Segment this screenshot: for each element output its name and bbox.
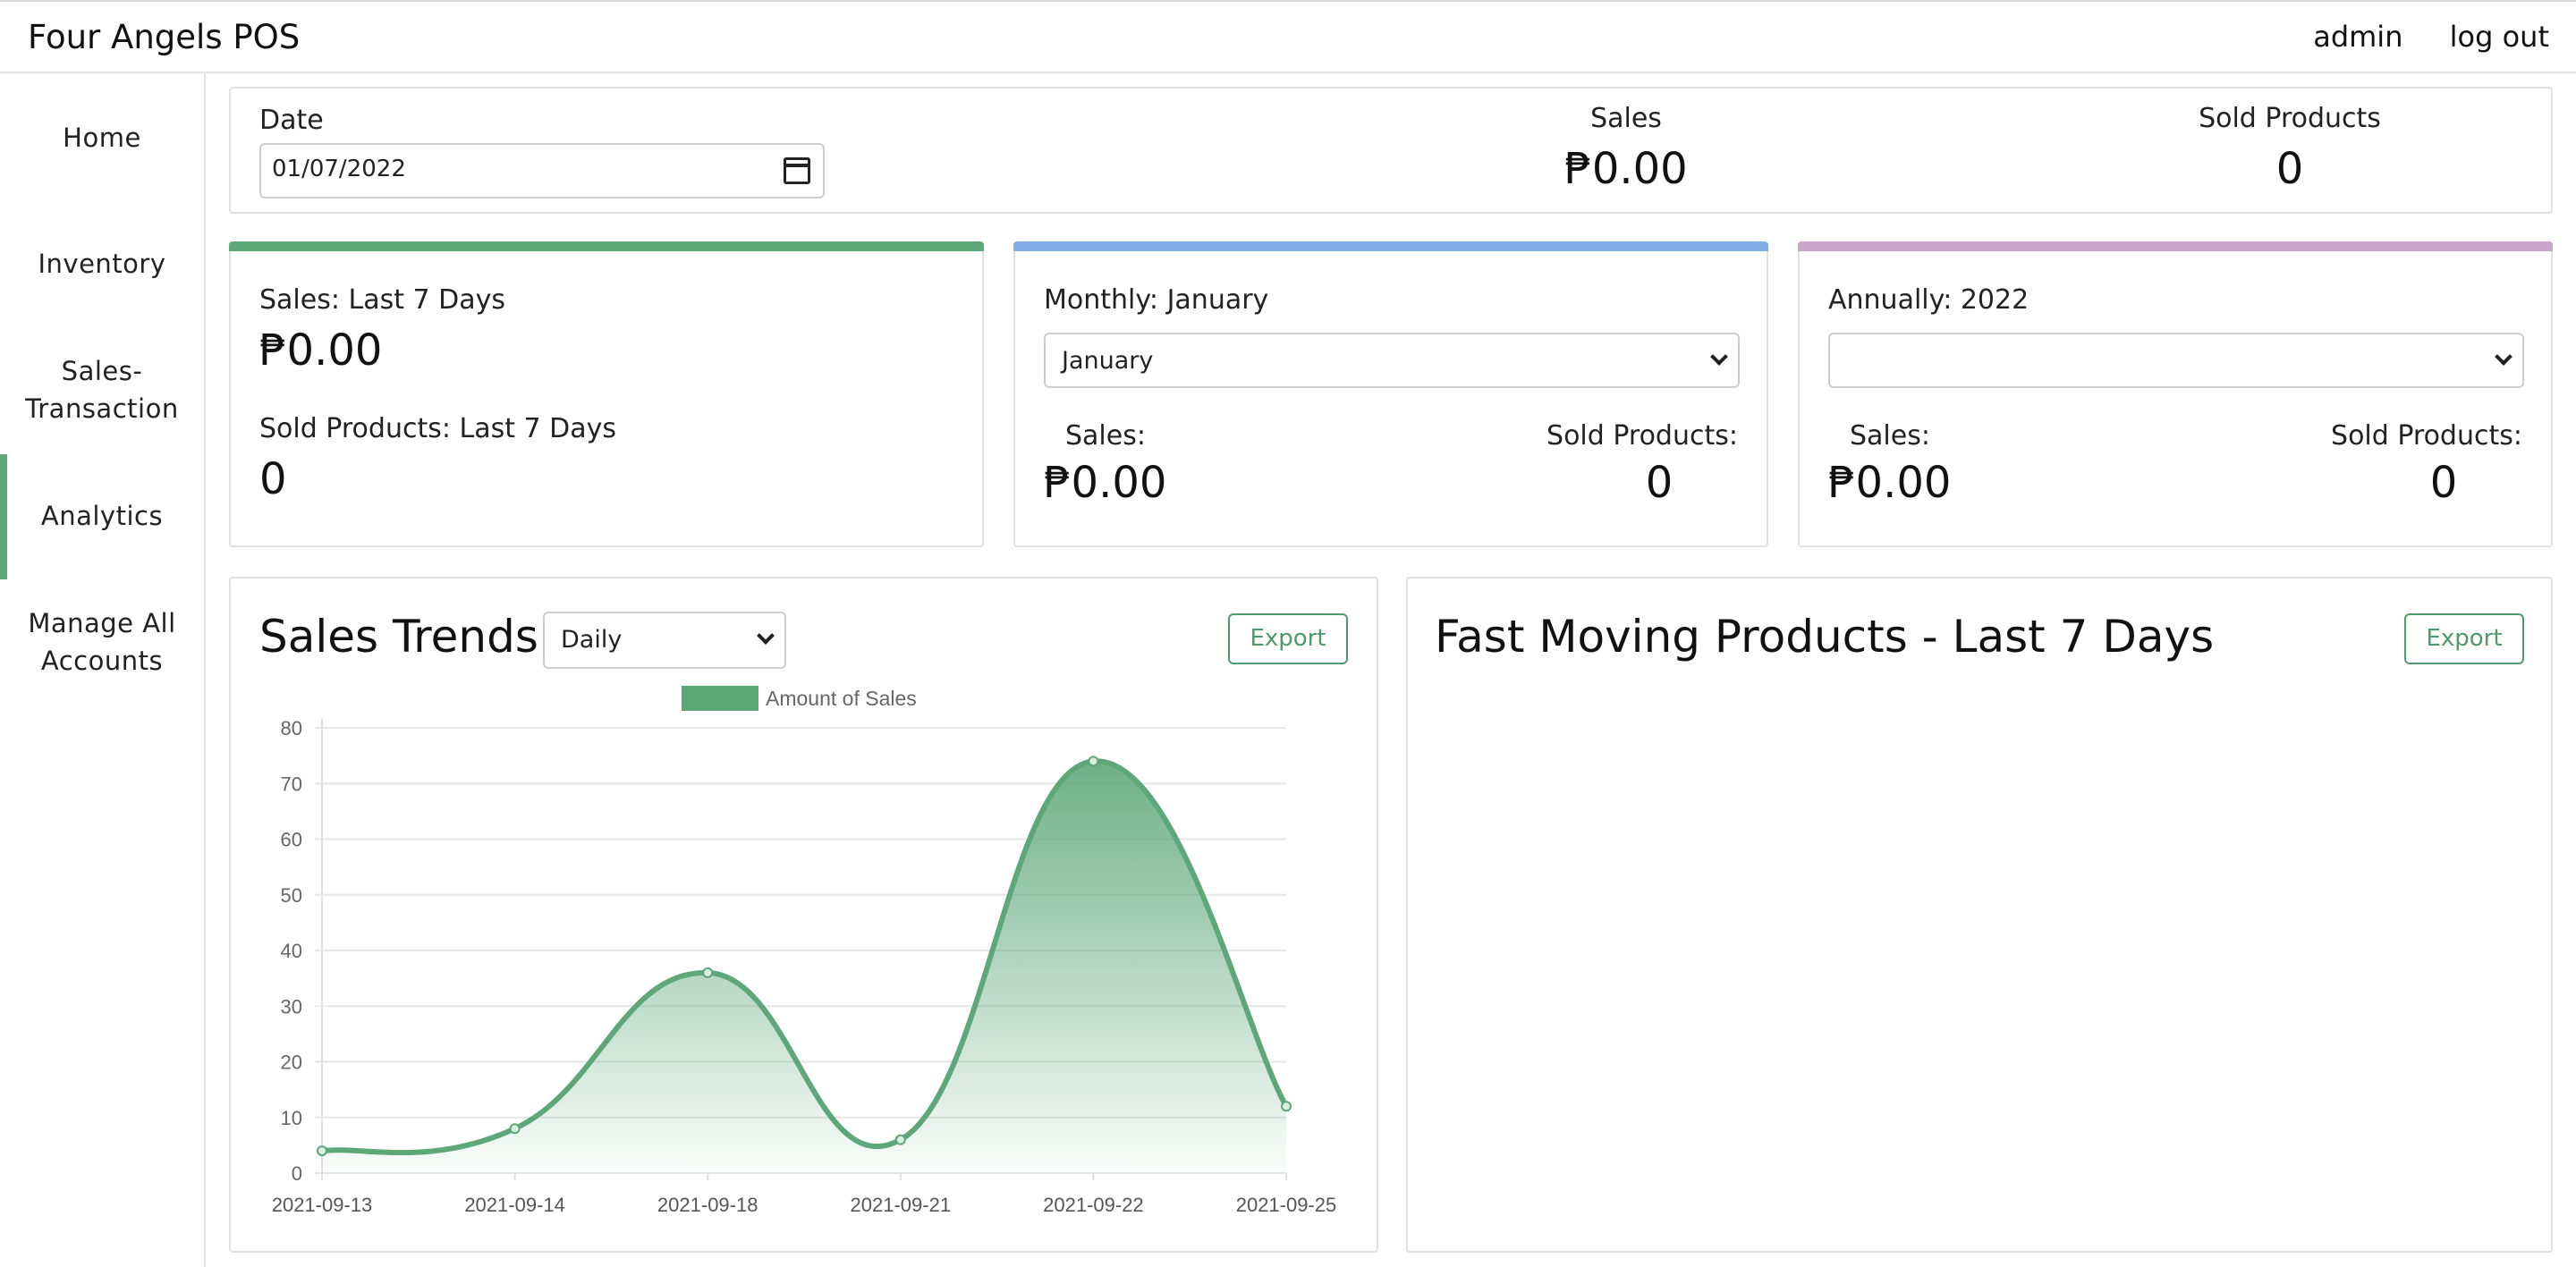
sidebar-item-label: Home xyxy=(63,122,141,153)
monthly-sold-value: 0 xyxy=(1645,458,1674,508)
sidebar-item-sales-transaction[interactable]: Sales- Transaction xyxy=(0,352,204,427)
x-tick-label: 2021-09-25 xyxy=(1236,1194,1337,1216)
legend-label[interactable]: Amount of Sales xyxy=(766,687,917,710)
chevron-down-icon xyxy=(2495,348,2512,366)
weekly-sold-label: Sold Products: Last 7 Days xyxy=(259,413,617,444)
date-input[interactable]: 01/07/2022 xyxy=(259,143,825,198)
monthly-sold-label: Sold Products: xyxy=(1546,420,1738,452)
monthly-card: Monthly: January January Sales: ₱0.00 So… xyxy=(1013,241,1768,547)
sidebar-item-label: Analytics xyxy=(40,501,164,531)
annual-sales-label: Sales: xyxy=(1850,420,1930,452)
sidebar-item-manage-accounts[interactable]: Manage All Accounts xyxy=(0,604,204,680)
weekly-sales-value: ₱0.00 xyxy=(259,325,383,376)
data-point[interactable] xyxy=(702,967,714,978)
annual-sold-value: 0 xyxy=(2429,458,2458,508)
data-point[interactable] xyxy=(1281,1101,1292,1112)
weekly-accent-strip xyxy=(229,241,984,251)
date-value: 01/07/2022 xyxy=(272,156,406,182)
user-menu: admin log out xyxy=(2275,20,2549,54)
sales-value: ₱0.00 xyxy=(1564,144,1688,194)
admin-link[interactable]: admin xyxy=(2313,20,2402,54)
y-tick-label: 60 xyxy=(281,829,302,851)
weekly-card: Sales: Last 7 Days ₱0.00 Sold Products: … xyxy=(229,241,984,547)
data-point[interactable] xyxy=(894,1134,906,1145)
sales-trends-card: Sales Trends Daily Export 0 10 20 30 40 50 60 7… xyxy=(229,577,1378,1253)
sales-trend-chart: 0 10 20 30 40 50 60 70 80 2021-09-13 2021-09-14 20… xyxy=(272,686,1337,1216)
export-fast-moving-button[interactable]: Export xyxy=(2404,613,2524,664)
area-fill xyxy=(322,761,1286,1173)
x-tick-label: 2021-09-14 xyxy=(464,1194,565,1216)
sales-label: Sales xyxy=(1590,103,1662,134)
month-select[interactable]: January xyxy=(1044,333,1740,388)
annual-sold-label: Sold Products: xyxy=(2331,420,2522,452)
month-select-value: January xyxy=(1062,347,1154,375)
weekly-sales-label: Sales: Last 7 Days xyxy=(259,284,506,316)
annual-sales-value: ₱0.00 xyxy=(1828,458,1952,508)
annual-card: Annually: 2022 Sales: ₱0.00 Sold Product… xyxy=(1798,241,2553,547)
summary-card: Date 01/07/2022 Sales ₱0.00 Sold Product… xyxy=(229,87,2553,214)
sidebar-item-label: Manage All Accounts xyxy=(28,608,176,676)
x-tick-label: 2021-09-21 xyxy=(851,1194,952,1216)
data-point[interactable] xyxy=(317,1145,327,1157)
y-tick-label: 10 xyxy=(281,1107,302,1129)
annual-title: Annually: 2022 xyxy=(1828,284,2029,316)
sold-products-label: Sold Products xyxy=(2199,103,2381,134)
year-select[interactable] xyxy=(1828,333,2524,388)
monthly-accent-strip xyxy=(1013,241,1768,251)
sidebar-item-label: Inventory xyxy=(38,249,166,279)
weekly-sold-value: 0 xyxy=(259,454,287,504)
sidebar-item-inventory[interactable]: Inventory xyxy=(0,245,204,283)
date-label: Date xyxy=(259,105,324,136)
data-point[interactable] xyxy=(1088,756,1099,767)
sidebar-item-home[interactable]: Home xyxy=(0,119,204,156)
fast-moving-card: Fast Moving Products - Last 7 Days Expor… xyxy=(1406,577,2553,1253)
legend-swatch xyxy=(682,686,758,711)
sidebar-item-analytics[interactable]: Analytics xyxy=(0,497,204,535)
x-tick-label: 2021-09-13 xyxy=(272,1194,373,1216)
fast-moving-title: Fast Moving Products - Last 7 Days xyxy=(1435,611,2215,663)
x-tick-label: 2021-09-18 xyxy=(657,1194,758,1216)
chevron-down-icon xyxy=(1710,348,1728,366)
y-tick-label: 40 xyxy=(281,940,302,962)
monthly-sales-value: ₱0.00 xyxy=(1044,458,1167,508)
sold-products-value: 0 xyxy=(2275,144,2304,194)
y-tick-label: 0 xyxy=(292,1162,302,1185)
sidebar: Home Inventory Sales- Transaction Analyt… xyxy=(0,73,206,1267)
data-point[interactable] xyxy=(509,1123,521,1135)
y-tick-label: 20 xyxy=(281,1052,302,1074)
top-navbar: Four Angels POS admin log out xyxy=(0,0,2576,73)
logout-link[interactable]: log out xyxy=(2450,20,2549,54)
app-title[interactable]: Four Angels POS xyxy=(28,18,300,56)
monthly-sales-label: Sales: xyxy=(1065,420,1146,452)
sidebar-item-label: Sales- Transaction xyxy=(25,356,179,424)
x-tick-label: 2021-09-22 xyxy=(1043,1194,1144,1216)
y-tick-label: 50 xyxy=(281,884,302,907)
y-tick-label: 80 xyxy=(281,717,302,739)
annual-accent-strip xyxy=(1798,241,2553,251)
monthly-title: Monthly: January xyxy=(1044,284,1269,316)
y-tick-label: 30 xyxy=(281,995,302,1018)
calendar-icon[interactable] xyxy=(784,157,810,184)
y-tick-label: 70 xyxy=(281,773,302,795)
